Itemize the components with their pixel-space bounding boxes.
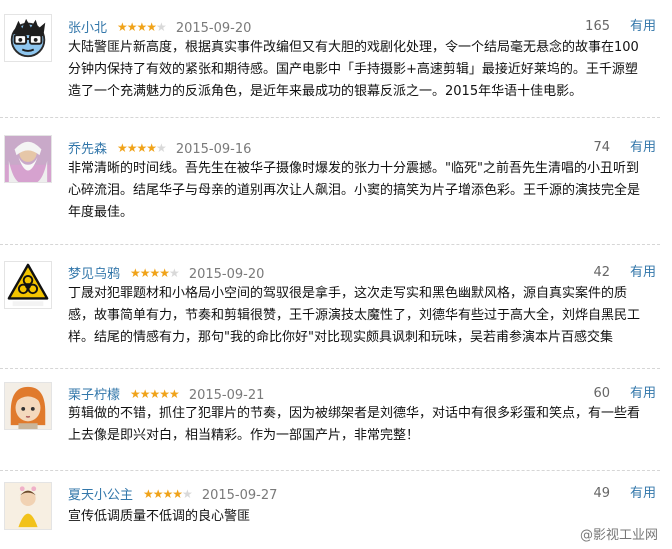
star-filled-icon: ★★★★ [143,487,183,501]
username-link[interactable]: 乔先森 [68,142,107,157]
star-empty-icon: ★ [156,20,167,34]
rating-stars: ★★★★★ [117,141,167,155]
username-link[interactable]: 栗子柠檬 [68,388,120,403]
avatar[interactable] [4,382,52,430]
star-empty-icon: ★ [169,266,180,280]
vote-count: 42 [593,265,610,280]
review-meta: 张小北 ★★★★★ 2015-09-20 [68,17,251,37]
review-meta: 乔先森 ★★★★★ 2015-09-16 [68,138,251,158]
avatar[interactable] [4,14,52,62]
avatar[interactable] [4,261,52,309]
review-meta: 栗子柠檬 ★★★★★ 2015-09-21 [68,384,264,404]
cartoon-glasses-face-icon [5,15,51,61]
review-text: 非常清晰的时间线。吾先生在被华子摄像时爆发的张力十分震撼。"临死"之前吾先生清唱… [68,161,641,220]
divider [0,368,660,369]
vote-count: 165 [585,19,610,34]
star-empty-icon: ★ [156,141,167,155]
divider [0,117,660,118]
divider [0,244,660,245]
star-empty-icon: ★ [182,487,193,501]
review-text: 丁晟对犯罪题材和小格局小空间的驾驭很是拿手，这次走写实和黑色幽默风格，源自真实案… [68,286,641,345]
review-date: 2015-09-20 [188,267,265,282]
vote-count: 49 [593,486,610,501]
useful-button[interactable]: 有用 [630,138,656,158]
username-link[interactable]: 夏天小公主 [68,488,133,503]
review-text: 宣传低调质量不低调的良心警匪 [68,509,251,524]
useful-button[interactable]: 有用 [630,384,656,404]
review-meta: 梦见乌鸦 ★★★★★ 2015-09-20 [68,263,264,283]
star-filled-icon: ★★★★ [117,20,157,34]
review-text: 大陆警匪片新高度，根据真实事件改编但又有大胆的戏剧化处理，令一个结局毫无悬念的故… [68,40,639,99]
divider [0,470,660,471]
review-date: 2015-09-16 [175,142,252,157]
review-meta: 夏天小公主 ★★★★★ 2015-09-27 [68,484,277,504]
orange-hair-girl-icon [5,383,51,429]
rating-stars: ★★★★★ [117,20,167,34]
username-link[interactable]: 梦见乌鸦 [68,267,120,282]
yellow-dress-girl-icon [5,483,51,529]
username-link[interactable]: 张小北 [68,21,107,36]
review-date: 2015-09-27 [201,488,278,503]
useful-button[interactable]: 有用 [630,484,656,504]
watermark: @影视工业网 [579,528,658,543]
avatar[interactable] [4,482,52,530]
star-filled-icon: ★★★★ [117,141,157,155]
vote-count: 60 [593,386,610,401]
avatar[interactable] [4,135,52,183]
review-date: 2015-09-20 [175,21,252,36]
rating-stars: ★★★★★ [130,387,180,401]
useful-button[interactable]: 有用 [630,17,656,37]
white-beard-wizard-icon [5,136,51,182]
star-filled-icon: ★★★★ [130,266,170,280]
review-text: 剪辑做的不错，抓住了犯罪片的节奏，因为被绑架者是刘德华，对话中有很多彩蛋和笑点，… [68,406,641,443]
useful-button[interactable]: 有用 [630,263,656,283]
rating-stars: ★★★★★ [143,487,193,501]
star-filled-icon: ★★★★★ [130,387,180,401]
vote-count: 74 [593,140,610,155]
review-date: 2015-09-21 [188,388,265,403]
rating-stars: ★★★★★ [130,266,180,280]
biohazard-sign-icon [5,262,51,308]
